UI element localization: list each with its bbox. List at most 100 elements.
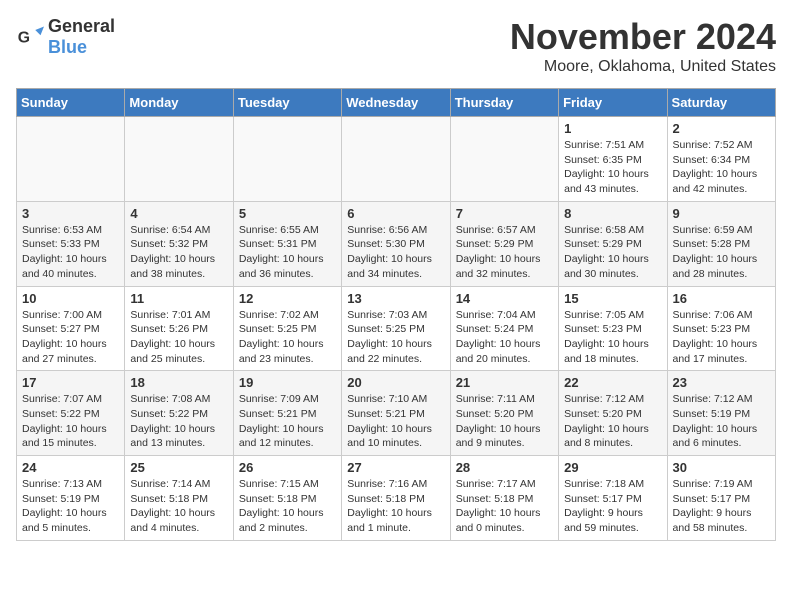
- day-number: 1: [564, 121, 661, 136]
- day-info: Sunrise: 7:13 AM Sunset: 5:19 PM Dayligh…: [22, 477, 119, 536]
- day-info: Sunrise: 7:11 AM Sunset: 5:20 PM Dayligh…: [456, 392, 553, 451]
- day-info: Sunrise: 7:51 AM Sunset: 6:35 PM Dayligh…: [564, 138, 661, 197]
- calendar-week-row: 17Sunrise: 7:07 AM Sunset: 5:22 PM Dayli…: [17, 371, 776, 456]
- calendar-week-row: 3 Sunrise: 6:53 AM Sunset: 5:33 PM Daylig…: [17, 201, 776, 286]
- day-number: 3: [22, 206, 119, 221]
- calendar-cell: 16 Sunrise: 7:06 AM Sunset: 5:23 PM Dayli…: [667, 286, 775, 371]
- day-number: 4: [130, 206, 227, 221]
- day-number: 18: [130, 375, 227, 390]
- calendar-cell: 23 Sunrise: 7:12 AM Sunset: 5:19 PM Dayli…: [667, 371, 775, 456]
- day-number: 22: [564, 375, 661, 390]
- calendar-cell: 18 Sunrise: 7:08 AM Sunset: 5:22 PM Dayli…: [125, 371, 233, 456]
- day-info: Sunrise: 7:02 AM Sunset: 5:25 PM Dayligh…: [239, 308, 336, 367]
- calendar-week-row: 10 Sunrise: 7:00 AM Sunset: 5:27 PM Dayli…: [17, 286, 776, 371]
- day-number: 13: [347, 291, 444, 306]
- day-info: Sunrise: 7:19 AM Sunset: 5:17 PM Dayligh…: [673, 477, 770, 536]
- calendar-cell: 11 Sunrise: 7:01 AM Sunset: 5:26 PM Dayli…: [125, 286, 233, 371]
- day-info: Sunrise: 7:00 AM Sunset: 5:27 PM Dayligh…: [22, 308, 119, 367]
- month-title: November 2024: [510, 16, 776, 58]
- day-number: 27: [347, 460, 444, 475]
- day-info: Sunrise: 7:09 AM Sunset: 5:21 PM Dayligh…: [239, 392, 336, 451]
- day-number: 5: [239, 206, 336, 221]
- logo-blue: Blue: [48, 37, 87, 57]
- calendar-cell: 14Sunrise: 7:04 AM Sunset: 5:24 PM Dayli…: [450, 286, 558, 371]
- svg-text:G: G: [18, 29, 30, 46]
- location-title: Moore, Oklahoma, United States: [510, 58, 776, 76]
- day-number: 15: [564, 291, 661, 306]
- day-number: 8: [564, 206, 661, 221]
- calendar-cell: 12 Sunrise: 7:02 AM Sunset: 5:25 PM Dayli…: [233, 286, 341, 371]
- calendar-cell: 15 Sunrise: 7:05 AM Sunset: 5:23 PM Dayli…: [559, 286, 667, 371]
- day-number: 2: [673, 121, 770, 136]
- logo-general: General: [48, 16, 115, 36]
- day-number: 29: [564, 460, 661, 475]
- day-info: Sunrise: 6:58 AM Sunset: 5:29 PM Dayligh…: [564, 223, 661, 282]
- day-number: 10: [22, 291, 119, 306]
- day-info: Sunrise: 6:55 AM Sunset: 5:31 PM Dayligh…: [239, 223, 336, 282]
- day-info: Sunrise: 6:56 AM Sunset: 5:30 PM Dayligh…: [347, 223, 444, 282]
- calendar-cell: 6 Sunrise: 6:56 AM Sunset: 5:30 PM Daylig…: [342, 201, 450, 286]
- day-info: Sunrise: 6:59 AM Sunset: 5:28 PM Dayligh…: [673, 223, 770, 282]
- calendar-cell: 22 Sunrise: 7:12 AM Sunset: 5:20 PM Dayli…: [559, 371, 667, 456]
- day-info: Sunrise: 7:12 AM Sunset: 5:19 PM Dayligh…: [673, 392, 770, 451]
- day-info: Sunrise: 7:05 AM Sunset: 5:23 PM Dayligh…: [564, 308, 661, 367]
- day-number: 24: [22, 460, 119, 475]
- calendar-cell: [450, 117, 558, 202]
- weekday-header: Sunday: [17, 89, 125, 117]
- day-info: Sunrise: 7:06 AM Sunset: 5:23 PM Dayligh…: [673, 308, 770, 367]
- calendar-cell: 8 Sunrise: 6:58 AM Sunset: 5:29 PM Daylig…: [559, 201, 667, 286]
- calendar-body: 1 Sunrise: 7:51 AM Sunset: 6:35 PM Daylig…: [17, 117, 776, 541]
- day-number: 9: [673, 206, 770, 221]
- logo: G General Blue: [16, 16, 115, 58]
- weekday-header: Saturday: [667, 89, 775, 117]
- day-number: 19: [239, 375, 336, 390]
- weekday-header: Friday: [559, 89, 667, 117]
- calendar-cell: 29 Sunrise: 7:18 AM Sunset: 5:17 PM Dayli…: [559, 456, 667, 541]
- calendar-cell: 27Sunrise: 7:16 AM Sunset: 5:18 PM Dayli…: [342, 456, 450, 541]
- weekday-header: Thursday: [450, 89, 558, 117]
- calendar-cell: 4Sunrise: 6:54 AM Sunset: 5:32 PM Daylig…: [125, 201, 233, 286]
- day-number: 23: [673, 375, 770, 390]
- day-number: 28: [456, 460, 553, 475]
- calendar-week-row: 1 Sunrise: 7:51 AM Sunset: 6:35 PM Daylig…: [17, 117, 776, 202]
- day-info: Sunrise: 7:18 AM Sunset: 5:17 PM Dayligh…: [564, 477, 661, 536]
- weekday-header: Tuesday: [233, 89, 341, 117]
- day-number: 11: [130, 291, 227, 306]
- calendar-cell: 2 Sunrise: 7:52 AM Sunset: 6:34 PM Daylig…: [667, 117, 775, 202]
- calendar-week-row: 24 Sunrise: 7:13 AM Sunset: 5:19 PM Dayli…: [17, 456, 776, 541]
- day-number: 16: [673, 291, 770, 306]
- day-info: Sunrise: 6:53 AM Sunset: 5:33 PM Dayligh…: [22, 223, 119, 282]
- calendar-cell: 28 Sunrise: 7:17 AM Sunset: 5:18 PM Dayli…: [450, 456, 558, 541]
- day-number: 12: [239, 291, 336, 306]
- calendar-header-row: SundayMondayTuesdayWednesdayThursdayFrid…: [17, 89, 776, 117]
- day-number: 20: [347, 375, 444, 390]
- calendar-cell: 7Sunrise: 6:57 AM Sunset: 5:29 PM Daylig…: [450, 201, 558, 286]
- logo-icon: G: [16, 23, 44, 51]
- day-number: 6: [347, 206, 444, 221]
- calendar-cell: 13Sunrise: 7:03 AM Sunset: 5:25 PM Dayli…: [342, 286, 450, 371]
- day-number: 25: [130, 460, 227, 475]
- calendar-cell: 30 Sunrise: 7:19 AM Sunset: 5:17 PM Dayli…: [667, 456, 775, 541]
- day-info: Sunrise: 7:10 AM Sunset: 5:21 PM Dayligh…: [347, 392, 444, 451]
- calendar-cell: 17Sunrise: 7:07 AM Sunset: 5:22 PM Dayli…: [17, 371, 125, 456]
- day-info: Sunrise: 6:57 AM Sunset: 5:29 PM Dayligh…: [456, 223, 553, 282]
- header: G General Blue November 2024 Moore, Okla…: [16, 16, 776, 76]
- calendar-cell: 5 Sunrise: 6:55 AM Sunset: 5:31 PM Daylig…: [233, 201, 341, 286]
- day-info: Sunrise: 7:17 AM Sunset: 5:18 PM Dayligh…: [456, 477, 553, 536]
- calendar-cell: [342, 117, 450, 202]
- weekday-header: Wednesday: [342, 89, 450, 117]
- weekday-header: Monday: [125, 89, 233, 117]
- day-info: Sunrise: 7:15 AM Sunset: 5:18 PM Dayligh…: [239, 477, 336, 536]
- day-info: Sunrise: 7:12 AM Sunset: 5:20 PM Dayligh…: [564, 392, 661, 451]
- day-number: 30: [673, 460, 770, 475]
- day-info: Sunrise: 7:07 AM Sunset: 5:22 PM Dayligh…: [22, 392, 119, 451]
- calendar-cell: [125, 117, 233, 202]
- calendar-cell: 9 Sunrise: 6:59 AM Sunset: 5:28 PM Daylig…: [667, 201, 775, 286]
- calendar-cell: 3 Sunrise: 6:53 AM Sunset: 5:33 PM Daylig…: [17, 201, 125, 286]
- title-area: November 2024 Moore, Oklahoma, United St…: [510, 16, 776, 76]
- day-number: 21: [456, 375, 553, 390]
- day-info: Sunrise: 7:08 AM Sunset: 5:22 PM Dayligh…: [130, 392, 227, 451]
- day-info: Sunrise: 7:52 AM Sunset: 6:34 PM Dayligh…: [673, 138, 770, 197]
- day-number: 14: [456, 291, 553, 306]
- day-info: Sunrise: 7:01 AM Sunset: 5:26 PM Dayligh…: [130, 308, 227, 367]
